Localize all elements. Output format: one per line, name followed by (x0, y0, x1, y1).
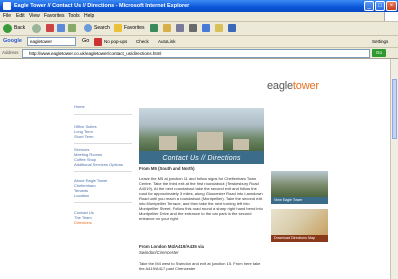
nav-divider (74, 202, 132, 203)
nav-divider (74, 171, 132, 172)
nav-home[interactable]: Home (74, 104, 85, 109)
refresh-icon[interactable] (57, 24, 65, 32)
media-icon[interactable] (150, 24, 158, 32)
banner-title: Contact Us // Directions (162, 155, 241, 162)
back-arrow-icon[interactable] (3, 24, 12, 33)
spell-check-button[interactable]: Check (136, 37, 149, 46)
standard-toolbar: Back Search Favorites (0, 22, 398, 36)
eagle-tower-photo[interactable] (271, 171, 328, 197)
mail-icon[interactable] (176, 24, 184, 32)
menu-favorites[interactable]: Favorites (44, 13, 65, 20)
address-label: Address (2, 50, 19, 55)
popups-blocked-label[interactable]: No pop-ups (104, 37, 127, 46)
heading-m5: From M5 (South and North) (139, 166, 195, 171)
title-bar: Eagle Tower // Contact Us // Directions … (0, 0, 398, 12)
nav-directions[interactable]: Directions (74, 220, 92, 225)
scrollbar-thumb[interactable] (392, 79, 397, 139)
menu-edit[interactable]: Edit (16, 13, 25, 20)
autolink-button[interactable]: AutoLink (158, 37, 176, 46)
logo-tower-text: tower (292, 80, 319, 92)
favorites-star-icon[interactable] (114, 24, 122, 32)
print-icon[interactable] (189, 24, 197, 32)
building-shape (159, 136, 177, 150)
directions-m5-text: Leave the M5 at junction 11 and follow s… (139, 176, 263, 221)
messenger-icon[interactable] (228, 24, 236, 32)
popup-blocker-icon[interactable] (94, 38, 102, 46)
home-icon[interactable] (68, 24, 76, 32)
download-map-link[interactable]: Download Directions Map (271, 235, 328, 242)
logo-eagle-text: eagle (267, 80, 293, 92)
directions-london-text: Take the M4 west to Swindon and exit at … (139, 261, 261, 271)
search-button[interactable]: Search (94, 24, 110, 33)
page-content: eagletower Home Office Suites Long Term … (0, 59, 390, 279)
minimize-button[interactable]: _ (364, 1, 374, 11)
address-bar: Address http://www.eagletower.co.uk/eagl… (0, 48, 398, 59)
folder-icon[interactable] (215, 24, 223, 32)
google-toolbar: Google eagletower Go No pop-ups Check Au… (0, 36, 398, 48)
maximize-button[interactable]: □ (375, 1, 385, 11)
nav-additional-services[interactable]: Additional Services Options (74, 162, 123, 167)
google-search-button[interactable]: Go (82, 37, 89, 46)
history-icon[interactable] (163, 24, 171, 32)
ie-icon (3, 2, 11, 10)
edit-icon[interactable] (202, 24, 210, 32)
favorites-button[interactable]: Favorites (124, 24, 145, 33)
menu-tools[interactable]: Tools (68, 13, 80, 20)
view-eagle-tower-link[interactable]: View Eagle Tower (271, 197, 328, 204)
nav-short-term[interactable]: Short Term (74, 134, 94, 139)
menu-help[interactable]: Help (84, 13, 94, 20)
nav-divider (74, 114, 132, 115)
google-search-input[interactable]: eagletower (27, 37, 76, 46)
building-shape (233, 139, 249, 150)
window-title: Eagle Tower // Contact Us // Directions … (14, 3, 190, 9)
stop-icon[interactable] (46, 24, 54, 32)
google-settings-button[interactable]: Settings (372, 37, 388, 46)
directions-map-thumbnail[interactable] (271, 209, 328, 235)
forward-arrow-icon[interactable] (32, 24, 41, 33)
header-banner-image: Contact Us // Directions (139, 108, 264, 164)
menu-file[interactable]: File (3, 13, 11, 20)
close-button[interactable]: × (386, 1, 397, 11)
site-logo[interactable]: eagletower (267, 80, 319, 92)
subheading-swindon: Swindon/Cirencester (139, 250, 179, 255)
nav-divider (74, 143, 132, 144)
back-button[interactable]: Back (14, 24, 25, 33)
address-input[interactable]: http://www.eagletower.co.uk/eagletower/c… (22, 49, 370, 58)
google-logo: Google (3, 38, 22, 44)
building-shape (197, 132, 223, 150)
heading-london: From London M4/A419/A435 via (139, 244, 204, 249)
menu-view[interactable]: View (29, 13, 40, 20)
browser-window: Eagle Tower // Contact Us // Directions … (0, 0, 398, 279)
address-go-button[interactable]: Go (372, 49, 386, 57)
nav-location[interactable]: Location (74, 193, 89, 198)
search-icon[interactable] (84, 24, 92, 32)
windows-logo-icon (384, 12, 398, 21)
vertical-scrollbar[interactable] (390, 59, 398, 279)
menu-bar: File Edit View Favorites Tools Help (0, 12, 398, 22)
